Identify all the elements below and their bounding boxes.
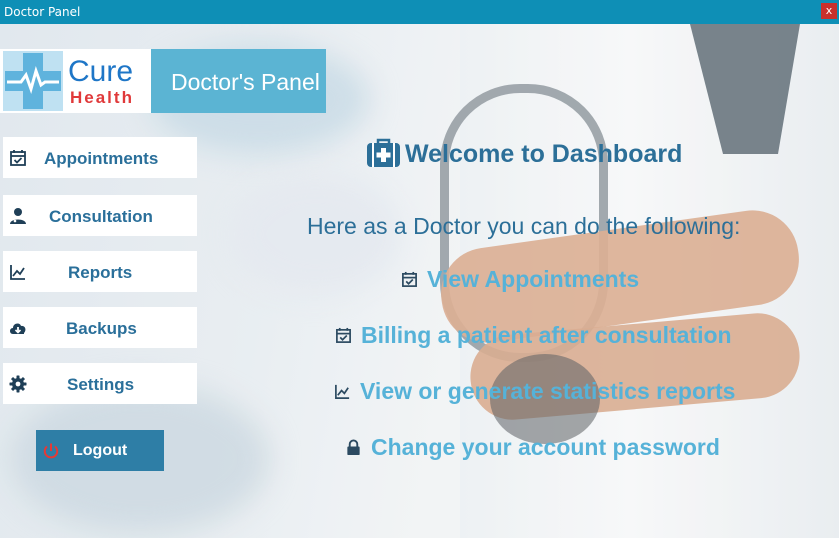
sidebar-item-label: Appointments	[44, 149, 159, 168]
sidebar-item-backups[interactable]: Backups	[3, 307, 197, 348]
user-doctor-icon	[10, 208, 26, 224]
sidebar-item-settings[interactable]: Settings	[3, 363, 197, 404]
sidebar-item-appointments[interactable]: Appointments	[3, 137, 197, 178]
lock-icon	[347, 439, 360, 456]
sidebar-item-label: Reports	[68, 263, 133, 282]
cloud-download-icon	[10, 323, 26, 334]
doctor-panel-window: Doctor Panel x Cure Health Doctor's Pane…	[0, 0, 839, 538]
feature-label: Billing a patient after consultation	[361, 322, 732, 348]
calendar-check-icon	[336, 327, 351, 343]
power-icon	[43, 443, 59, 459]
logo-text-cure: Cure	[68, 55, 134, 88]
cure-health-logo: Cure Health	[0, 49, 151, 113]
sidebar-item-label: Settings	[67, 375, 135, 394]
sidebar-item-consultation[interactable]: Consultation	[3, 195, 197, 236]
window-title: Doctor Panel	[4, 5, 81, 19]
panel-title-banner: Doctor's Panel	[151, 49, 326, 113]
calendar-check-icon	[10, 150, 26, 166]
sidebar-item-reports[interactable]: Reports	[3, 251, 197, 292]
gear-icon	[9, 375, 27, 393]
sidebar-item-label: Consultation	[49, 207, 153, 226]
medical-kit-icon	[367, 138, 400, 167]
feature-label: View or generate statistics reports	[360, 378, 736, 404]
calendar-check-icon	[402, 271, 417, 287]
logout-label: Logout	[73, 442, 128, 459]
logo-text-health: Health	[70, 88, 134, 107]
line-chart-icon	[335, 384, 350, 399]
line-chart-icon	[10, 265, 25, 280]
feature-label: View Appointments	[427, 266, 640, 292]
feature-label: Change your account password	[371, 434, 720, 460]
logout-button[interactable]: Logout	[36, 430, 164, 471]
dashboard-subtitle: Here as a Doctor you can do the followin…	[307, 213, 741, 239]
sidebar-item-label: Backups	[66, 319, 137, 338]
close-button[interactable]: x	[821, 3, 837, 19]
medical-cross-icon	[3, 51, 63, 111]
panel-title: Doctor's Panel	[171, 69, 320, 95]
welcome-text: Welcome to Dashboard	[405, 140, 683, 168]
title-bar[interactable]: Doctor Panel x	[0, 0, 839, 24]
